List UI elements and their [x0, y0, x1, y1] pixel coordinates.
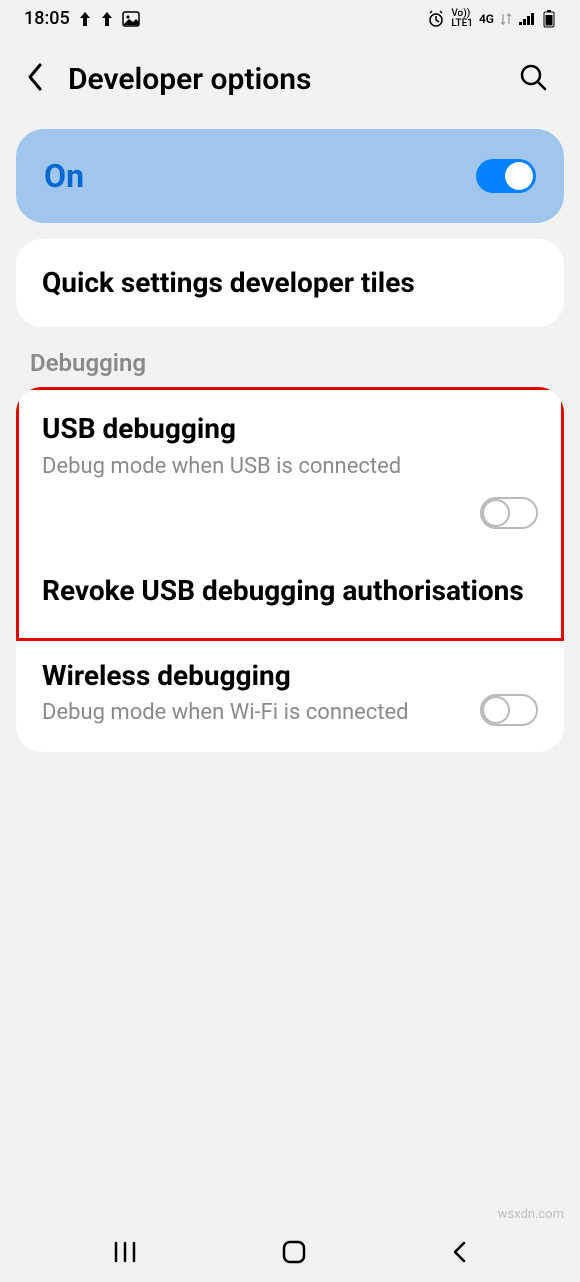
home-button[interactable]: [281, 1239, 307, 1269]
upload-icon: [78, 11, 92, 27]
status-right: Vo))LTE1 4G: [427, 9, 556, 29]
revoke-authorisations-item[interactable]: Revoke USB debugging authorisations: [16, 553, 564, 637]
watermark: wsxdn.com: [498, 1207, 564, 1222]
search-button[interactable]: [514, 58, 552, 100]
status-bar: 18:05 Vo))LTE1 4G: [0, 0, 580, 33]
back-nav-button[interactable]: [450, 1239, 468, 1269]
upload-icon: [100, 11, 114, 27]
image-icon: [122, 11, 140, 27]
network-label: 4G: [479, 12, 494, 26]
quick-settings-title: Quick settings developer tiles: [42, 265, 538, 301]
navigation-bar: [0, 1226, 580, 1282]
usb-debugging-desc: Debug mode when USB is connected: [42, 452, 538, 482]
debugging-section-header: Debugging: [0, 327, 580, 387]
wireless-debugging-desc: Debug mode when Wi-Fi is connected: [42, 698, 460, 728]
page-title: Developer options: [68, 62, 494, 97]
usb-debugging-toggle[interactable]: [480, 497, 538, 529]
status-time: 18:05: [24, 8, 70, 29]
main-toggle-card[interactable]: On: [16, 129, 564, 223]
recents-button[interactable]: [112, 1241, 138, 1267]
main-toggle-switch[interactable]: [476, 159, 536, 193]
debugging-settings-group: USB debugging Debug mode when USB is con…: [16, 387, 564, 752]
data-arrows-icon: [500, 12, 512, 26]
battery-icon: [542, 10, 556, 28]
status-left: 18:05: [24, 8, 140, 29]
revoke-title: Revoke USB debugging authorisations: [42, 573, 538, 609]
wireless-debugging-title: Wireless debugging: [42, 658, 460, 694]
usb-debugging-title: USB debugging: [42, 411, 538, 447]
wireless-debugging-item[interactable]: Wireless debugging Debug mode when Wi-Fi…: [16, 638, 564, 752]
wireless-debugging-toggle[interactable]: [480, 694, 538, 726]
quick-settings-tiles-card[interactable]: Quick settings developer tiles: [16, 239, 564, 327]
back-button[interactable]: [20, 57, 48, 101]
usb-debugging-item[interactable]: USB debugging Debug mode when USB is con…: [16, 387, 564, 553]
header: Developer options: [0, 33, 580, 119]
signal-icon: [518, 12, 536, 26]
volte-label: Vo))LTE1: [451, 9, 473, 29]
main-toggle-label: On: [44, 157, 84, 195]
alarm-icon: [427, 10, 445, 28]
